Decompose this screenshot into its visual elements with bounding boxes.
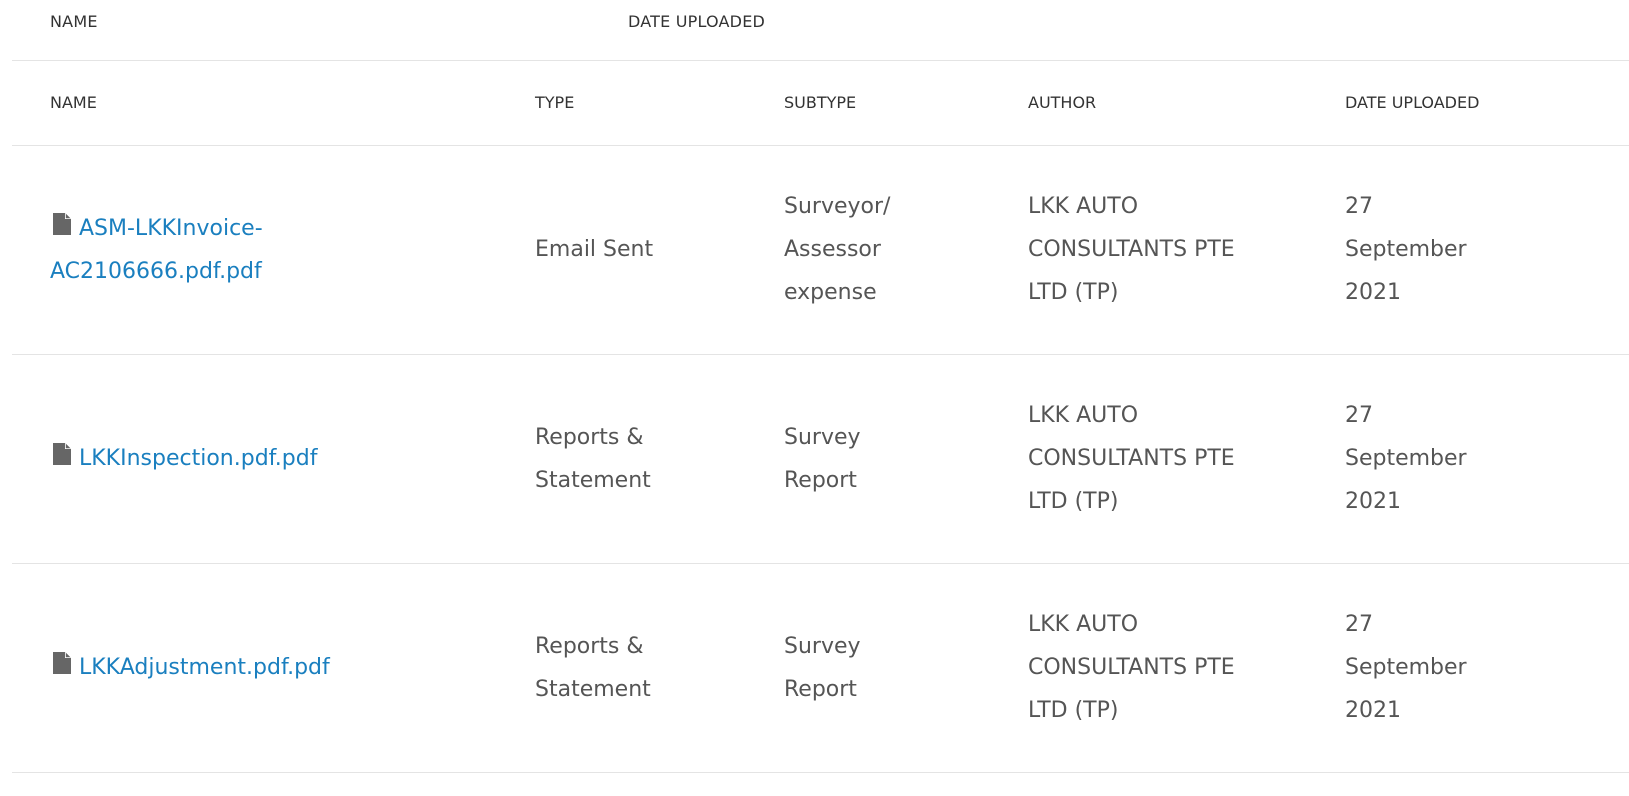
document-name: ASM-LKKInvoice-AC2106666.pdf.pdf	[50, 215, 263, 284]
column-header-date-label: DATE UPLOADED	[1345, 93, 1480, 113]
document-link[interactable]: ASM-LKKInvoice-AC2106666.pdf.pdf	[50, 207, 330, 293]
document-subtype: Surveyor/ Assessor expense	[784, 194, 891, 305]
cell-type: Email Sent	[535, 145, 784, 355]
document-author: LKK AUTO CONSULTANTS PTE LTD (TP)	[1028, 194, 1235, 305]
cell-author: LKK AUTO CONSULTANTS PTE LTD (TP)	[1028, 563, 1345, 773]
document-type: Email Sent	[535, 237, 654, 262]
cell-subtype: Survey Report	[784, 563, 1028, 773]
table-row: ASM-LKKInvoice-AC2106666.pdf.pdf Email S…	[12, 145, 1629, 355]
document-author: LKK AUTO CONSULTANTS PTE LTD (TP)	[1028, 403, 1235, 514]
file-icon	[53, 212, 71, 235]
cell-author: LKK AUTO CONSULTANTS PTE LTD (TP)	[1028, 145, 1345, 355]
cell-date-uploaded: 27 September 2021	[1345, 354, 1629, 564]
cell-date-uploaded: 27 September 2021	[1345, 145, 1629, 355]
cell-name: LKKAdjustment.pdf.pdf	[12, 563, 535, 773]
document-author: LKK AUTO CONSULTANTS PTE LTD (TP)	[1028, 612, 1235, 723]
cell-subtype: Surveyor/ Assessor expense	[784, 145, 1028, 355]
file-icon	[53, 443, 71, 465]
column-header-subtype-label: SUBTYPE	[784, 93, 857, 113]
sticky-table-header: NAME DATE UPLOADED	[12, 0, 1629, 61]
cell-date-uploaded: 27 September 2021	[1345, 563, 1629, 773]
column-header-date-uploaded[interactable]: DATE UPLOADED	[1345, 61, 1629, 146]
document-link[interactable]: LKKAdjustment.pdf.pdf	[50, 646, 330, 689]
document-subtype: Survey Report	[784, 633, 861, 702]
cell-author: LKK AUTO CONSULTANTS PTE LTD (TP)	[1028, 354, 1345, 564]
document-date-uploaded: 27 September 2021	[1345, 194, 1467, 305]
cell-name: ASM-LKKInvoice-AC2106666.pdf.pdf	[12, 145, 535, 355]
column-header-type-label: TYPE	[535, 93, 575, 113]
document-name: LKKAdjustment.pdf.pdf	[79, 655, 330, 680]
table-row: LKKAdjustment.pdf.pdf Reports & Statemen…	[12, 563, 1629, 773]
document-subtype: Survey Report	[784, 424, 861, 493]
sticky-header-date-uploaded[interactable]: DATE UPLOADED	[628, 12, 765, 31]
cell-type: Reports & Statement	[535, 354, 784, 564]
column-header-author[interactable]: AUTHOR	[1028, 61, 1345, 146]
document-name: LKKInspection.pdf.pdf	[79, 446, 318, 471]
document-type: Reports & Statement	[535, 633, 651, 702]
file-icon	[53, 652, 71, 674]
cell-name: LKKInspection.pdf.pdf	[12, 354, 535, 564]
table-header-row: NAME TYPE SUBTYPE AUTHOR DATE UPLOADED	[12, 61, 1629, 146]
cell-type: Reports & Statement	[535, 563, 784, 773]
document-link[interactable]: LKKInspection.pdf.pdf	[50, 437, 330, 480]
document-date-uploaded: 27 September 2021	[1345, 403, 1467, 514]
column-header-name-label: NAME	[50, 93, 97, 113]
column-header-author-label: AUTHOR	[1028, 93, 1097, 113]
column-header-subtype[interactable]: SUBTYPE	[784, 61, 1028, 146]
column-header-name[interactable]: NAME	[12, 61, 535, 146]
documents-table: NAME TYPE SUBTYPE AUTHOR DATE UPLOADED A…	[12, 61, 1629, 773]
cell-subtype: Survey Report	[784, 354, 1028, 564]
sticky-header-name[interactable]: NAME	[50, 12, 98, 31]
document-type: Reports & Statement	[535, 424, 651, 493]
document-date-uploaded: 27 September 2021	[1345, 612, 1467, 723]
column-header-type[interactable]: TYPE	[535, 61, 784, 146]
table-row: LKKInspection.pdf.pdf Reports & Statemen…	[12, 354, 1629, 564]
